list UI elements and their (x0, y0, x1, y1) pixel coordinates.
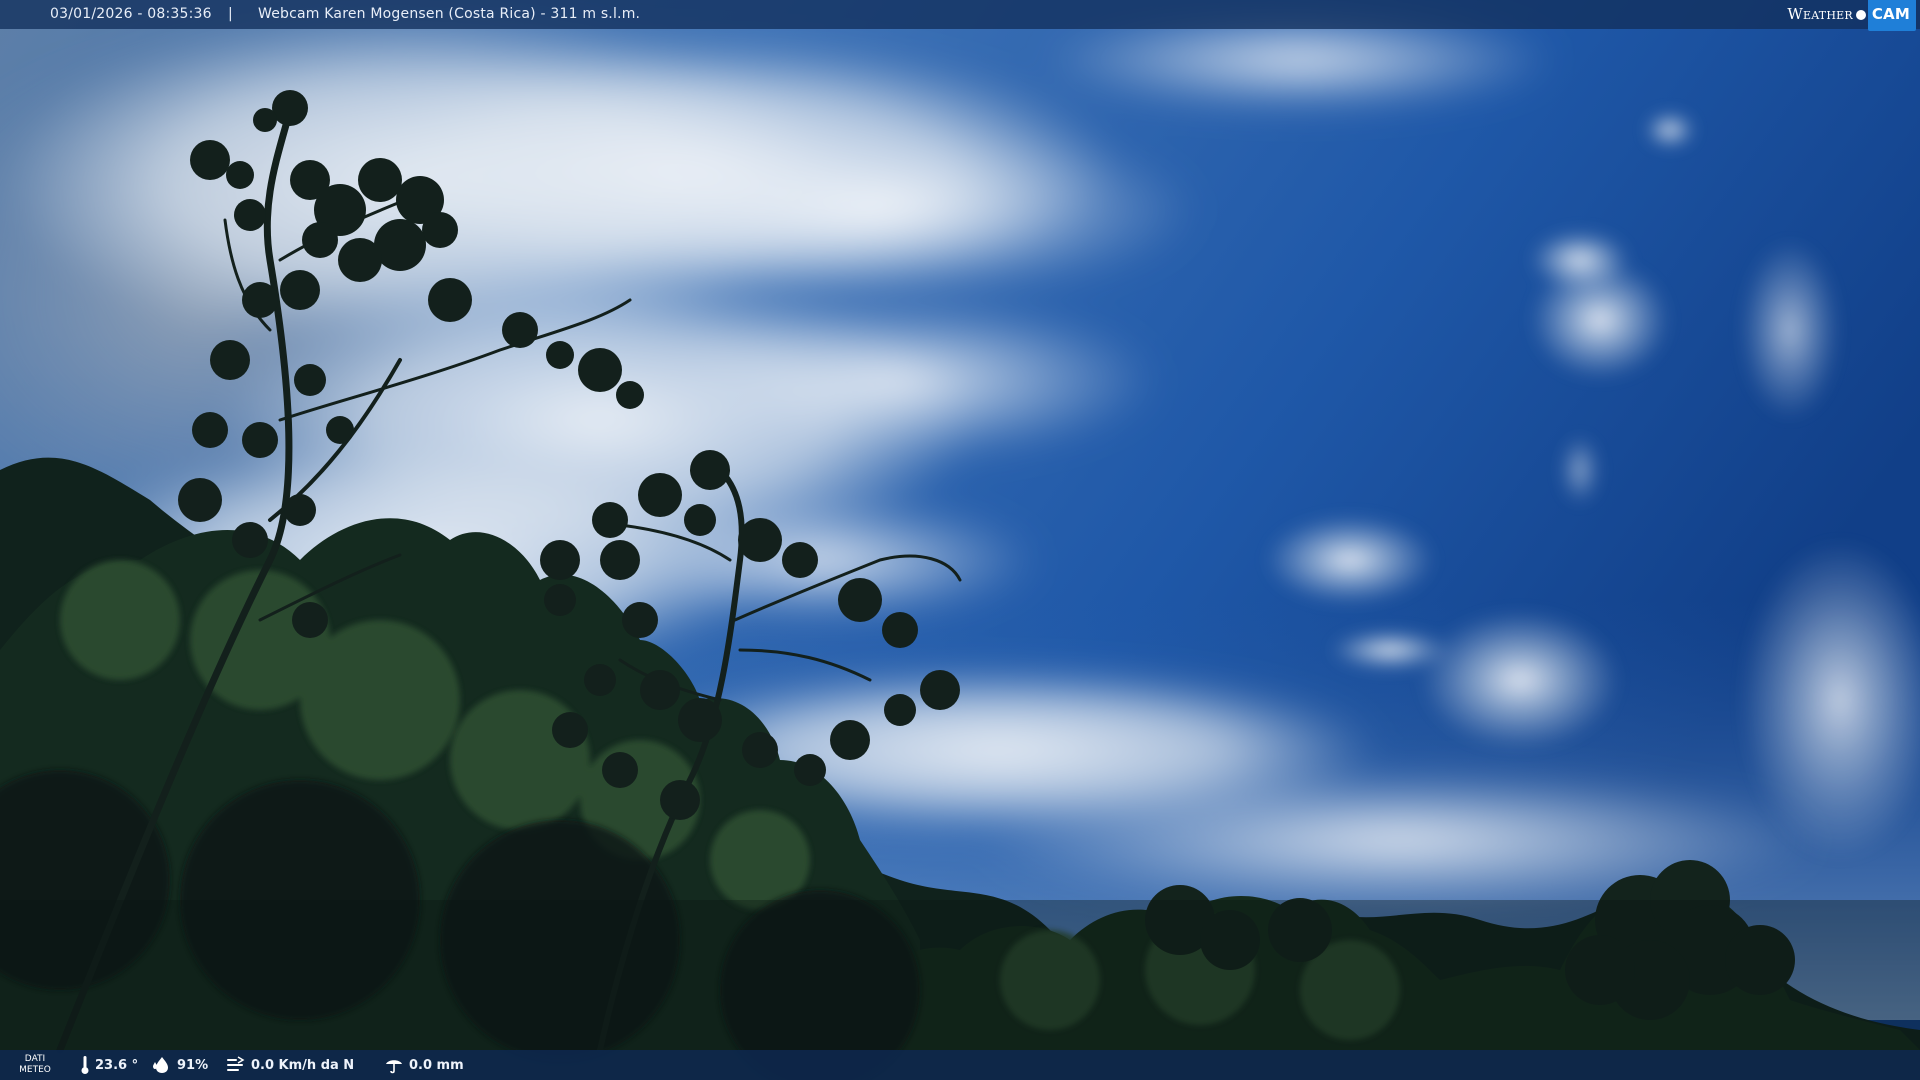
wind-value: 0.0 Km/h da N (251, 1057, 355, 1073)
title-separator: | (228, 6, 233, 22)
temperature-value: 23.6 ° (95, 1057, 139, 1073)
logo-word-cam: CAM (1867, 0, 1916, 31)
wind-icon (227, 1056, 245, 1071)
weather-data-bar: DATI METEO 23.6 ° 91% 0.0 Km/h da N 0.0 … (0, 1050, 1920, 1080)
rain-icon (386, 1060, 402, 1074)
camera-title: Webcam Karen Mogensen (Costa Rica) - 311… (258, 6, 641, 22)
weather-data-label: DATI METEO (16, 1054, 54, 1076)
humidity-value: 91% (177, 1057, 209, 1073)
thermometer-icon (81, 1056, 89, 1074)
top-info-bar: 03/01/2026 - 08:35:36 | Webcam Karen Mog… (0, 0, 1920, 31)
temperature-item: 23.6 ° (80, 1050, 138, 1080)
humidity-item: 91% (152, 1050, 208, 1080)
rain-item: 0.0 mm (384, 1050, 464, 1080)
webcam-frame: 03/01/2026 - 08:35:36 | Webcam Karen Mog… (0, 0, 1920, 1080)
humidity-icon (153, 1057, 168, 1073)
logo-word-weather: Weather (1787, 5, 1853, 23)
rain-value: 0.0 mm (409, 1057, 464, 1073)
webcam-scene (0, 0, 1920, 1080)
weathercam-logo: Weather CAM (1787, 0, 1920, 31)
wind-item: 0.0 Km/h da N (226, 1050, 354, 1080)
label-line-2: METEO (19, 1065, 51, 1075)
logo-dot-icon (1855, 9, 1866, 20)
datetime-text: 03/01/2026 - 08:35:36 (50, 6, 212, 22)
label-line-1: DATI (24, 1054, 46, 1064)
